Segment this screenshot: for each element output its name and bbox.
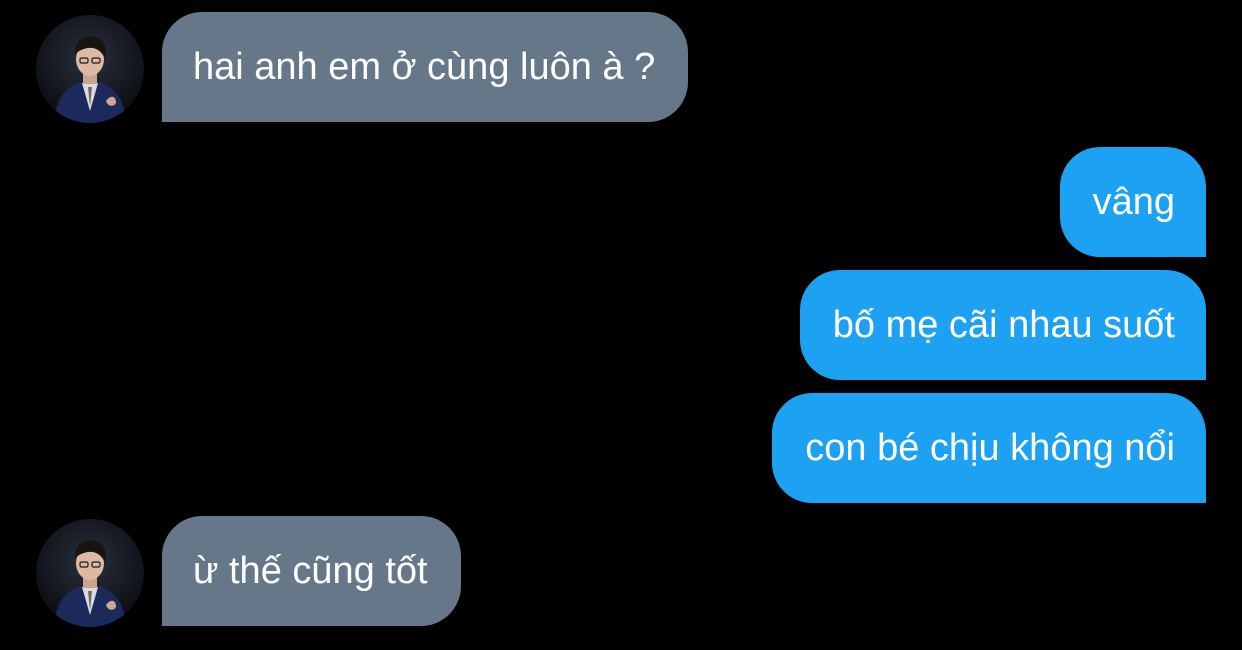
message-bubble-outgoing[interactable]: bố mẹ cãi nhau suốt (799, 270, 1206, 380)
chat-thread: hai anh em ở cùng luôn à ? vâng bố mẹ cã… (0, 0, 1242, 650)
message-bubble-incoming[interactable]: hai anh em ở cùng luôn à ? (162, 12, 689, 122)
message-text: vâng (1092, 181, 1175, 223)
message-bubble-outgoing[interactable]: vâng (1059, 147, 1206, 257)
person-in-suit-avatar-icon (36, 15, 144, 123)
avatar[interactable] (36, 15, 144, 123)
person-in-suit-avatar-icon (36, 519, 144, 627)
message-text: bố mẹ cãi nhau suốt (832, 304, 1175, 346)
message-bubble-incoming[interactable]: ừ thế cũng tốt (162, 516, 461, 626)
message-text: ừ thế cũng tốt (193, 550, 428, 592)
avatar[interactable] (36, 519, 144, 627)
message-text: hai anh em ở cùng luôn à ? (193, 46, 656, 88)
message-bubble-outgoing[interactable]: con bé chịu không nổi (772, 393, 1206, 503)
message-text: con bé chịu không nổi (805, 427, 1175, 469)
